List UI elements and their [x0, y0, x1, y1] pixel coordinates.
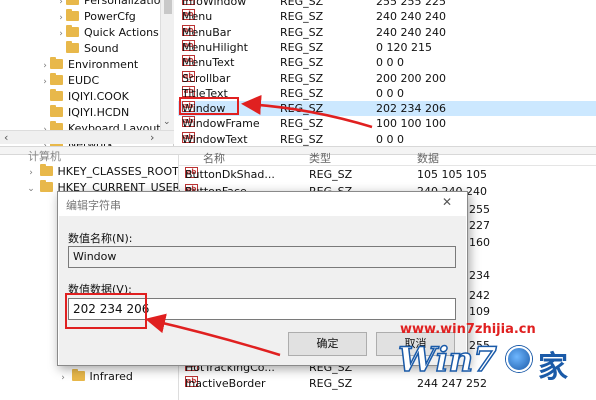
watermark-logo-text: Win7 — [397, 339, 497, 381]
watermark-url: www.win7zhijia.cn — [400, 322, 536, 337]
watermark-logo-suffix: 家 — [538, 350, 568, 385]
annotation-arrow-top — [241, 94, 373, 129]
windows-flag-icon — [506, 346, 532, 372]
watermark-logo: Win7 家 — [397, 339, 578, 385]
annotation-arrow-bottom — [145, 313, 281, 357]
